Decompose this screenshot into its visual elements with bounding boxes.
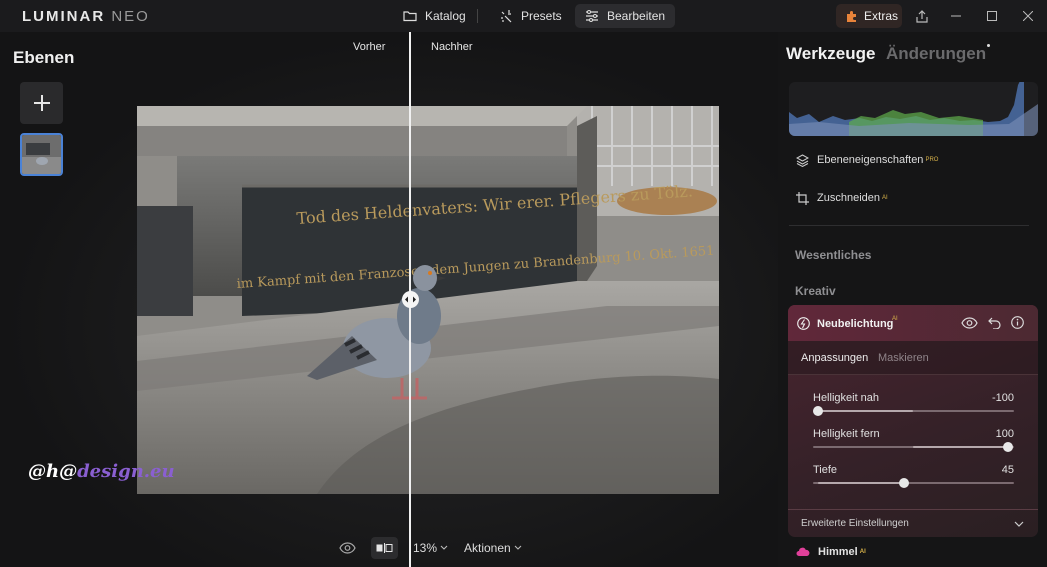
preview-toggle[interactable] [339,537,356,559]
layers-icon [796,153,809,167]
minimize-icon[interactable] [946,6,966,26]
add-layer-button[interactable] [20,82,63,124]
compare-view-button[interactable] [371,537,398,559]
nav-katalog-label: Katalog [425,9,466,23]
slider-far-brightness-value: 100 [995,428,1014,440]
relight-tool-header[interactable]: Neubelichtung AI [788,305,1038,341]
tab-changes[interactable]: Änderungen [886,44,986,64]
arrows-horizontal-icon [405,296,416,303]
zoom-dropdown[interactable]: 13% [413,537,450,559]
relight-tool-card: Neubelichtung AI Anpassungen Maskieren He… [788,305,1038,537]
slider-knob[interactable] [813,406,823,416]
slider-knob[interactable] [1003,442,1013,452]
advanced-settings-label: Erweiterte Einstellungen [801,518,909,529]
puzzle-icon [847,10,856,22]
ai-badge: AI [892,316,898,322]
zoom-value: 13% [413,541,438,555]
nav-separator [477,9,478,23]
title-bar: LUMINAR NEO Katalog Presets Bearbeiten E… [0,0,1047,32]
crop-icon [796,191,809,205]
after-label: Nachher [431,41,473,53]
slider-knob[interactable] [899,478,909,488]
actions-dropdown[interactable]: Aktionen [464,537,524,559]
chevron-down-icon [1014,521,1024,527]
slider-depth-value: 45 [1001,464,1014,476]
eye-icon[interactable] [961,317,978,329]
tab-adjustments[interactable]: Anpassungen [801,352,868,364]
cloud-icon [796,547,810,556]
relight-subtabs: Anpassungen Maskieren [788,341,1038,375]
slider-depth-label: Tiefe [813,464,838,476]
relight-icon [797,317,810,330]
close-icon[interactable] [1018,6,1038,26]
compare-divider-handle[interactable] [402,291,419,308]
nav-presets-label: Presets [521,9,562,23]
extras-button[interactable]: Extras [836,4,902,28]
chevron-down-icon [514,545,522,550]
divider [789,225,1029,226]
section-creative[interactable]: Kreativ [795,284,836,298]
app-logo: LUMINAR NEO [22,8,150,25]
info-icon[interactable] [1011,316,1024,329]
folder-icon [403,11,417,22]
changes-indicator-dot [987,44,990,47]
sliders-icon [586,10,598,22]
actions-label: Aktionen [464,541,511,555]
layer-properties-label: Ebeneneigenschaften [817,154,924,166]
before-label: Vorher [353,41,386,53]
slider-far-brightness-label: Helligkeit fern [813,428,880,440]
sparkle-icon [501,10,512,23]
tab-tools[interactable]: Werkzeuge [786,44,875,64]
advanced-settings-toggle[interactable]: Erweiterte Einstellungen [788,509,1038,537]
sky-tool-label: Himmel [818,546,858,558]
histogram [789,82,1038,136]
slider-fill [913,446,1008,448]
share-icon[interactable] [912,6,932,26]
sky-tool-item[interactable]: Himmel AI [796,546,866,558]
slider-near-brightness-value: -100 [991,392,1014,404]
layers-title: Ebenen [13,48,75,67]
section-essentials[interactable]: Wesentliches [795,248,871,262]
nav-presets-button[interactable]: Presets [489,4,572,28]
split-view-icon [376,543,393,553]
nav-bearbeiten-button[interactable]: Bearbeiten [575,4,676,28]
chevron-down-icon [440,545,448,550]
slider-fill [818,410,913,412]
pro-badge: PRO [925,157,939,163]
layer-thumbnail[interactable] [20,133,63,176]
ai-badge: AI [882,195,888,201]
slider-near-brightness-label: Helligkeit nah [813,392,880,404]
maximize-icon[interactable] [982,6,1002,26]
plus-icon [33,95,50,111]
tab-masking[interactable]: Maskieren [878,352,929,364]
undo-icon[interactable] [988,316,1001,329]
extras-label: Extras [864,9,899,23]
ai-badge: AI [859,549,866,555]
watermark: @h@design.eu [28,461,175,482]
crop-item[interactable]: Zuschneiden AI [796,188,888,208]
nav-katalog-button[interactable]: Katalog [393,4,476,28]
nav-bearbeiten-label: Bearbeiten [607,9,666,23]
slider-fill [818,482,904,484]
layer-properties-item[interactable]: Ebeneneigenschaften PRO [796,150,938,170]
eye-icon [339,542,356,554]
crop-label: Zuschneiden [817,192,880,204]
relight-title: Neubelichtung [817,318,894,330]
photo-image: Tod des Heldenvaters: Wir erer. Pflegers… [137,106,719,494]
